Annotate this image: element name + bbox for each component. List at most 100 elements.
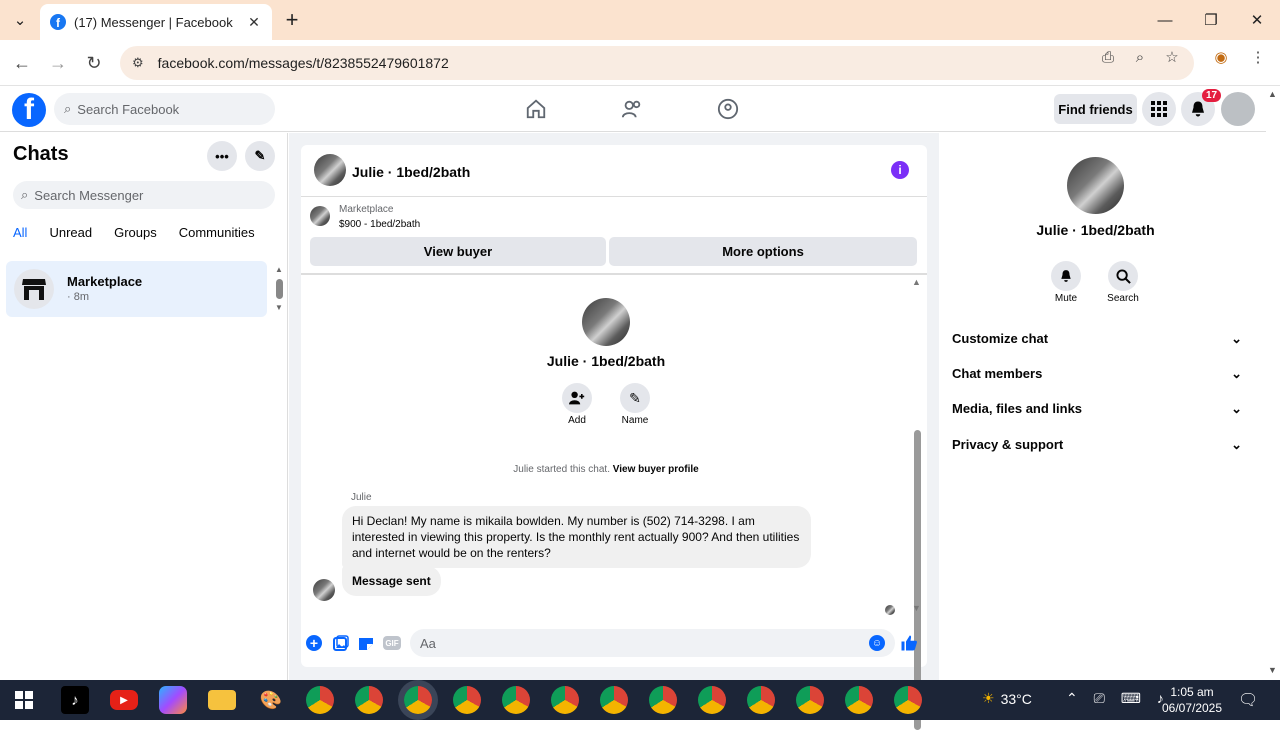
back-icon[interactable]: ← [8, 49, 36, 77]
chrome-active-icon[interactable] [404, 686, 432, 714]
page-scrollbar[interactable]: ▲ ▼ [1266, 87, 1280, 680]
reload-icon[interactable]: ↻ [80, 49, 108, 77]
filter-all[interactable]: All [13, 225, 27, 240]
customize-chat-row[interactable]: Customize chat ⌄ [952, 331, 1242, 347]
chrome-icon[interactable] [502, 686, 530, 714]
media-files-links-label: Media, files and links [952, 401, 1083, 416]
copilot-icon[interactable] [159, 686, 187, 714]
home-icon[interactable] [521, 95, 551, 123]
windows-start-icon[interactable] [10, 686, 38, 714]
add-person-icon[interactable] [562, 383, 592, 413]
browser-menu-icon[interactable]: ⋮ [1248, 48, 1268, 66]
new-tab-icon[interactable]: + [272, 0, 312, 40]
filter-unread[interactable]: Unread [49, 225, 92, 240]
chrome-icon[interactable] [551, 686, 579, 714]
view-buyer-profile-link[interactable]: View buyer profile [613, 464, 699, 475]
system-tray-icons[interactable]: ⌃ ⎚ ⌨ ♪ [1066, 690, 1170, 707]
gif-icon[interactable]: GIF [383, 636, 401, 650]
chat-time: · 8m [67, 291, 89, 303]
browser-tab[interactable]: f (17) Messenger | Facebook ✕ [40, 4, 272, 40]
url-field[interactable]: ⚙ facebook.com/messages/t/82385524796018… [120, 46, 1194, 80]
scroll-up-icon[interactable]: ▲ [275, 265, 283, 274]
search-conversation-icon[interactable] [1108, 261, 1138, 291]
zoom-icon[interactable]: ⌕ [1130, 48, 1150, 66]
minimize-icon[interactable]: — [1142, 0, 1188, 40]
youtube-icon[interactable]: ▶ [110, 690, 138, 710]
message-bubble[interactable]: Hi Declan! My name is mikaila bowlden. M… [342, 506, 811, 568]
tab-search-icon[interactable]: ⌄ [0, 0, 40, 40]
chrome-icon[interactable] [649, 686, 677, 714]
weather-widget[interactable]: ☀ 33°C [982, 690, 1032, 707]
groups-icon[interactable] [713, 95, 743, 123]
chrome-icon[interactable] [600, 686, 628, 714]
emoji-icon[interactable]: ☺ [869, 635, 885, 651]
find-friends-button[interactable]: Find friends [1054, 94, 1137, 124]
chrome-icon[interactable] [698, 686, 726, 714]
chrome-icon[interactable] [453, 686, 481, 714]
contact-avatar[interactable] [314, 154, 346, 186]
account-avatar[interactable] [1221, 92, 1255, 126]
attach-photo-icon[interactable] [332, 634, 350, 652]
message-composer: + GIF Aa ☺ [301, 627, 927, 659]
chrome-icon[interactable] [796, 686, 824, 714]
chat-list-scrollbar[interactable] [276, 279, 283, 299]
new-message-icon[interactable]: ✎ [245, 141, 275, 171]
more-options-icon[interactable]: ••• [207, 141, 237, 171]
menu-grid-icon[interactable] [1142, 92, 1176, 126]
conversation-title[interactable]: Julie · 1bed/2bath [352, 164, 470, 180]
paint-icon[interactable]: 🎨 [257, 686, 285, 714]
bookmark-star-icon[interactable]: ☆ [1162, 48, 1182, 66]
chrome-icon[interactable] [894, 686, 922, 714]
chrome-icon[interactable] [355, 686, 383, 714]
info-icon[interactable]: i [891, 161, 909, 179]
messenger-search-input[interactable]: ⌕ Search Messenger [13, 181, 275, 209]
close-window-icon[interactable]: ✕ [1234, 0, 1280, 40]
chrome-icon[interactable] [306, 686, 334, 714]
facebook-search-input[interactable]: ⌕ Search Facebook [54, 93, 275, 125]
edit-name-icon[interactable]: ✎ [620, 383, 650, 413]
temperature: 33°C [1000, 690, 1032, 707]
tab-title: (17) Messenger | Facebook [74, 14, 233, 30]
friends-icon[interactable] [617, 95, 647, 123]
mute-bell-icon[interactable] [1051, 261, 1081, 291]
contact-profile-photo[interactable] [582, 298, 630, 346]
message-bubble[interactable]: Message sent [342, 566, 441, 596]
privacy-support-row[interactable]: Privacy & support ⌄ [952, 437, 1242, 453]
contact-profile-photo[interactable] [1067, 157, 1124, 214]
forward-icon[interactable]: → [44, 49, 72, 77]
notification-center-icon[interactable]: 🗨 [1238, 690, 1258, 710]
taskbar-clock[interactable]: 1:05 am 06/07/2025 [1160, 684, 1224, 716]
filter-communities[interactable]: Communities [179, 225, 255, 240]
media-files-links-row[interactable]: Media, files and links ⌄ [952, 401, 1242, 417]
facebook-logo-icon[interactable]: f [12, 93, 46, 127]
chrome-icon[interactable] [845, 686, 873, 714]
site-info-icon[interactable]: ⚙ [132, 55, 144, 71]
restore-icon[interactable]: ❐ [1188, 0, 1234, 40]
message-input[interactable]: Aa [410, 629, 895, 657]
browser-tab-bar: ⌄ f (17) Messenger | Facebook ✕ + — ❐ ✕ [0, 0, 1280, 40]
like-thumbs-up-icon[interactable] [899, 633, 919, 653]
profile-icon[interactable]: ◉ [1211, 48, 1231, 66]
chats-title: Chats [13, 143, 69, 165]
chat-list-item[interactable]: Marketplace · 8m [6, 261, 267, 317]
scroll-up-icon[interactable]: ▲ [912, 277, 921, 287]
install-app-icon[interactable]: ⎙ [1098, 48, 1118, 66]
contact-profile-name: Julie · 1bed/2bath [546, 353, 666, 369]
scroll-down-icon[interactable]: ▼ [1268, 665, 1277, 675]
chat-members-row[interactable]: Chat members ⌄ [952, 366, 1242, 382]
more-options-button[interactable]: More options [609, 237, 917, 266]
view-buyer-button[interactable]: View buyer [310, 237, 606, 266]
filter-groups[interactable]: Groups [114, 225, 157, 240]
sticker-icon[interactable] [357, 634, 375, 652]
file-explorer-icon[interactable] [208, 690, 236, 710]
scroll-down-icon[interactable]: ▼ [912, 603, 921, 613]
notification-badge: 17 [1202, 89, 1222, 102]
more-actions-plus-icon[interactable]: + [306, 635, 322, 651]
conversation-header: Julie · 1bed/2bath i [301, 145, 927, 197]
scroll-down-icon[interactable]: ▼ [275, 303, 283, 312]
close-tab-icon[interactable]: ✕ [246, 14, 262, 31]
tiktok-icon[interactable]: ♪ [61, 686, 89, 714]
chrome-icon[interactable] [747, 686, 775, 714]
chat-info-panel: Julie · 1bed/2bath Mute Search Customize… [939, 145, 1252, 667]
scroll-up-icon[interactable]: ▲ [1268, 89, 1277, 99]
